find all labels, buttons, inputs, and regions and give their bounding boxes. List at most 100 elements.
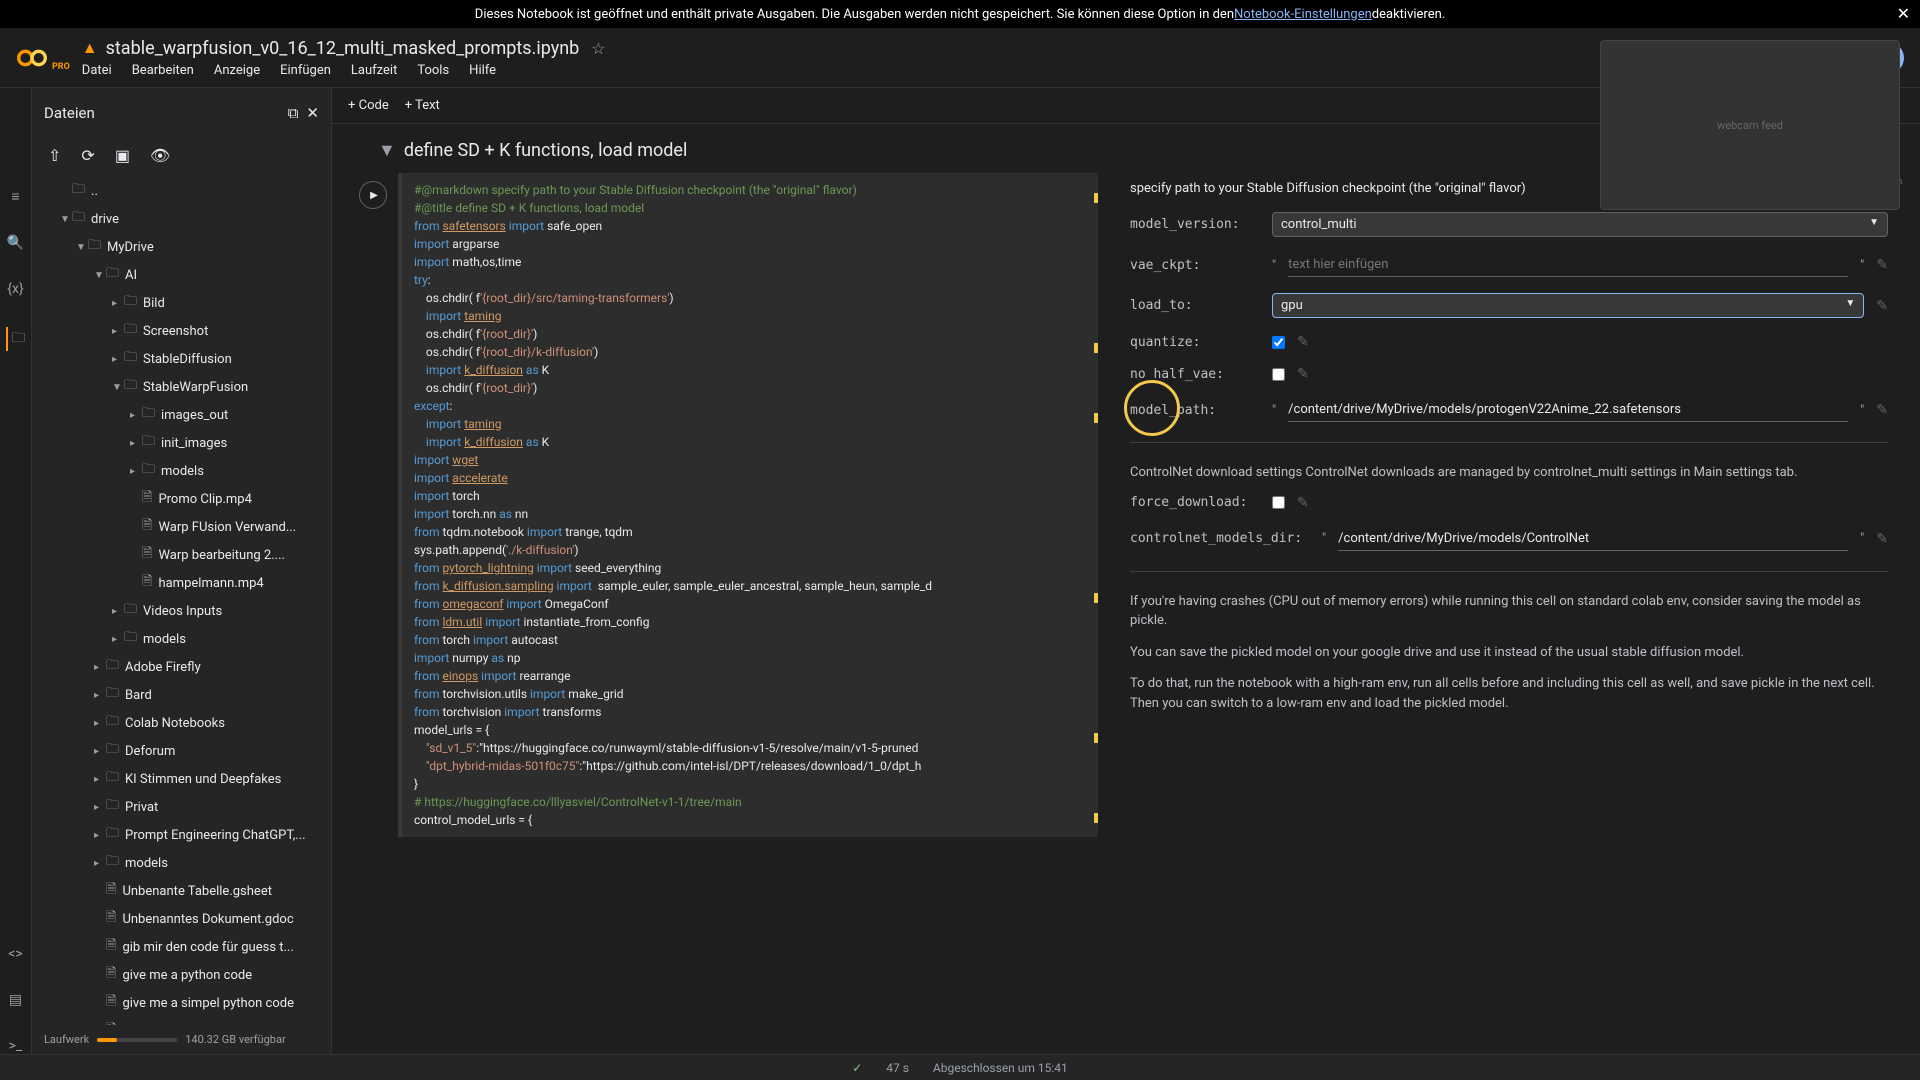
code-cell: #@markdown specify path to your Stable D… [348, 173, 1904, 837]
file-item[interactable]: 🗎gib mir den code für guess t... [32, 933, 331, 961]
disk-label: Laufwerk [44, 1033, 89, 1046]
file-panel-title: Dateien [44, 104, 95, 122]
menu-anzeige[interactable]: Anzeige [214, 63, 260, 78]
folder-item[interactable]: ▼🗀AI [32, 261, 331, 289]
banner-close-icon[interactable]: ✕ [1897, 4, 1910, 23]
file-toolbar: ⇧ ⟳ ▣ 👁 [32, 138, 331, 173]
folder-item[interactable]: ▼🗀MyDrive [32, 233, 331, 261]
controlnet-info: ControlNet download settings ControlNet … [1130, 463, 1888, 483]
force-download-label: force_download: [1130, 495, 1260, 510]
edit-icon[interactable]: ✎ [1297, 495, 1309, 511]
refresh-icon[interactable]: ⟳ [81, 146, 94, 165]
toc-icon[interactable]: ≡ [11, 188, 19, 205]
folder-item[interactable]: ▸🗀models [32, 625, 331, 653]
file-item[interactable]: 🗎Unbenanntes Dokument.gdoc [32, 905, 331, 933]
upload-icon[interactable]: ⇧ [48, 146, 61, 165]
folder-item[interactable]: ▸🗀images_out [32, 401, 331, 429]
menu-bearbeiten[interactable]: Bearbeiten [132, 63, 194, 78]
controlnet-dir-label: controlnet_models_dir: [1130, 531, 1310, 546]
menu-laufzeit[interactable]: Laufzeit [351, 63, 397, 78]
folder-item[interactable]: ▸🗀init_images [32, 429, 331, 457]
file-item[interactable]: 🗎Warp FUsion Verwand... [32, 513, 331, 541]
add-text-button[interactable]: Text [405, 98, 440, 113]
edit-icon[interactable]: ✎ [1297, 366, 1309, 382]
folder-item[interactable]: ▸🗀KI Stimmen und Deepfakes [32, 765, 331, 793]
no-half-vae-label: no_half_vae: [1130, 367, 1260, 382]
folder-item[interactable]: ▸🗀Videos Inputs [32, 597, 331, 625]
completed-at: Abgeschlossen um 15:41 [933, 1061, 1068, 1075]
disk-free: 140.32 GB verfügbar [185, 1033, 285, 1046]
vars-icon[interactable]: {x} [7, 281, 23, 297]
colab-logo[interactable] [16, 42, 48, 74]
banner-settings-link[interactable]: Notebook-Einstellungen [1234, 7, 1372, 22]
model-path-input[interactable] [1288, 398, 1848, 422]
left-rail: ≡ 🔍 {x} 🗀 <> ▤ >_ [0, 88, 32, 1054]
file-tree[interactable]: 🗀..▼🗀drive▼🗀MyDrive▼🗀AI▸🗀Bild▸🗀Screensho… [32, 173, 331, 1025]
help-text-1: If you're having crashes (CPU out of mem… [1130, 592, 1888, 631]
new-window-icon[interactable]: ⧉ [288, 104, 299, 122]
menu-tools[interactable]: Tools [417, 63, 449, 78]
file-item[interactable]: 🗎Promo Clip.mp4 [32, 485, 331, 513]
menu-datei[interactable]: Datei [82, 63, 112, 78]
file-item[interactable]: 🗀.. [32, 177, 331, 205]
load-to-select[interactable]: gpu [1272, 293, 1864, 318]
vae-ckpt-label: vae_ckpt: [1130, 258, 1260, 273]
banner-text-before: Dieses Notebook ist geöffnet und enthält… [475, 7, 1234, 22]
add-code-button[interactable]: Code [348, 98, 389, 113]
controlnet-dir-input[interactable] [1338, 527, 1848, 551]
files-icon[interactable]: 🗀 [6, 327, 26, 351]
code-editor[interactable]: #@markdown specify path to your Stable D… [398, 173, 1098, 837]
star-icon[interactable]: ☆ [591, 39, 605, 58]
folder-item[interactable]: ▸🗀StableDiffusion [32, 345, 331, 373]
folder-item[interactable]: ▸🗀Bild [32, 289, 331, 317]
edit-icon[interactable]: ✎ [1876, 298, 1888, 314]
run-cell-button[interactable] [359, 181, 387, 209]
help-text-2: You can save the pickled model on your g… [1130, 643, 1888, 663]
no-half-vae-checkbox[interactable] [1272, 368, 1285, 381]
folder-item[interactable]: ▼🗀StableWarpFusion [32, 373, 331, 401]
folder-item[interactable]: ▸🗀models [32, 457, 331, 485]
notebook-area: Code Text ⌃ ⋮ ▼ define SD + K functions,… [332, 88, 1920, 1054]
quantize-checkbox[interactable] [1272, 336, 1285, 349]
hide-icon[interactable]: 👁 [150, 146, 170, 165]
force-download-checkbox[interactable] [1272, 496, 1285, 509]
menu-einfuegen[interactable]: Einfügen [280, 63, 331, 78]
folder-item[interactable]: ▸🗀models [32, 849, 331, 877]
notebook-title[interactable]: stable_warpfusion_v0_16_12_multi_masked_… [106, 38, 580, 59]
model-version-select[interactable]: control_multi [1272, 212, 1888, 237]
file-item[interactable]: 🗎Unbenante Tabelle.gsheet [32, 877, 331, 905]
terminal-icon[interactable]: ▤ [9, 992, 22, 1008]
file-item[interactable]: 🗎Warp bearbeitung 2.... [32, 541, 331, 569]
status-bar: ✓ 47 s Abgeschlossen um 15:41 [0, 1054, 1920, 1080]
edit-icon[interactable]: ✎ [1876, 257, 1888, 273]
folder-item[interactable]: ▸🗀Screenshot [32, 317, 331, 345]
folder-item[interactable]: ▼🗀drive [32, 205, 331, 233]
file-item[interactable]: 🗎give me a python code [32, 961, 331, 989]
file-item[interactable]: 🗎hampelmann.mp4 [32, 569, 331, 597]
mount-drive-icon[interactable]: ▣ [115, 146, 130, 165]
close-panel-icon[interactable]: ✕ [306, 104, 319, 122]
folder-item[interactable]: ▸🗀Privat [32, 793, 331, 821]
file-item[interactable]: 🗎give me a simpel python code [32, 989, 331, 1017]
help-text-3: To do that, run the notebook with a high… [1130, 674, 1888, 713]
file-item[interactable]: 🗎schreibe einen Tweet darüber ... [32, 1017, 331, 1025]
edit-icon[interactable]: ✎ [1297, 334, 1309, 350]
edit-icon[interactable]: ✎ [1876, 402, 1888, 418]
menu-hilfe[interactable]: Hilfe [469, 63, 496, 78]
divider [1130, 442, 1888, 443]
collapse-arrow-icon[interactable]: ▼ [378, 140, 396, 161]
folder-item[interactable]: ▸🗀Deforum [32, 737, 331, 765]
load-to-label: load_to: [1130, 298, 1260, 313]
edit-icon[interactable]: ✎ [1876, 531, 1888, 547]
folder-item[interactable]: ▸🗀Prompt Engineering ChatGPT,... [32, 821, 331, 849]
notebook-content[interactable]: ▼ define SD + K functions, load model #@ [332, 124, 1920, 1054]
webcam-overlay: webcam feed [1600, 40, 1900, 210]
code-icon[interactable]: <> [8, 946, 22, 962]
search-icon[interactable]: 🔍 [7, 235, 24, 251]
shell-icon[interactable]: >_ [9, 1038, 23, 1054]
vae-ckpt-input[interactable] [1288, 253, 1848, 277]
folder-item[interactable]: ▸🗀Colab Notebooks [32, 709, 331, 737]
folder-item[interactable]: ▸🗀Adobe Firefly [32, 653, 331, 681]
disk-usage: Laufwerk 140.32 GB verfügbar [32, 1025, 331, 1054]
folder-item[interactable]: ▸🗀Bard [32, 681, 331, 709]
